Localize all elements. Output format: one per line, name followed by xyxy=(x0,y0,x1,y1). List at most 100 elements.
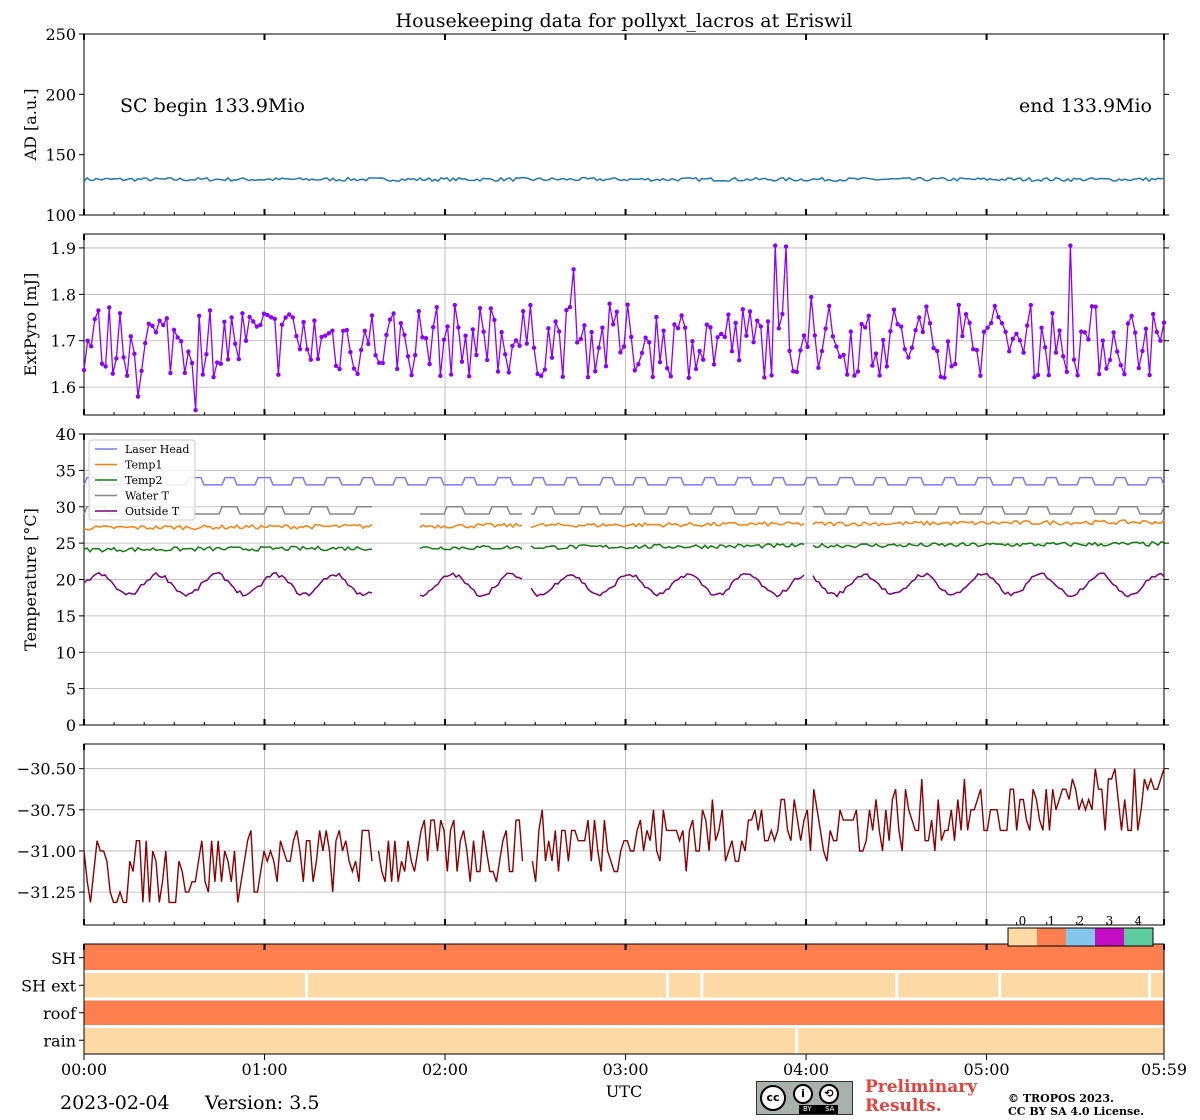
extpyro-point xyxy=(999,320,1005,326)
extpyro-point xyxy=(204,352,209,357)
extpyro-point xyxy=(229,315,234,320)
extpyro-point xyxy=(1068,243,1073,248)
extpyro-point xyxy=(222,319,227,324)
extpyro-point xyxy=(402,332,407,338)
extpyro-point xyxy=(567,304,573,310)
extpyro-point xyxy=(686,375,691,380)
extpyro-point xyxy=(650,374,655,380)
ad-line xyxy=(83,176,1165,183)
extpyro-point xyxy=(463,333,468,338)
y-tick-label: 5 xyxy=(66,680,76,699)
cc-badge-label: BY SA xyxy=(799,1105,839,1114)
y-tick-label: 30 xyxy=(56,498,76,517)
extpyro-point xyxy=(794,369,799,375)
extpyro-point xyxy=(747,309,753,314)
extpyro-point xyxy=(1122,372,1127,377)
extpyro-point xyxy=(855,369,861,374)
extpyro-point xyxy=(384,332,389,338)
extpyro-point xyxy=(287,312,292,317)
extpyro-point xyxy=(416,308,421,314)
tempchk-panel: −31.25 −31.00 −30.75 −30.50 xyxy=(17,743,1169,926)
extpyro-point xyxy=(161,322,166,328)
extpyro-point xyxy=(132,351,137,357)
y-axis-label: ExtPyro [mJ] xyxy=(21,273,40,376)
extpyro-point xyxy=(729,349,735,354)
extpyro-point xyxy=(852,373,857,378)
extpyro-point xyxy=(128,334,133,339)
extpyro-point xyxy=(600,325,605,330)
extpyro-point xyxy=(801,333,807,338)
extpyro-point xyxy=(647,340,652,345)
status-colorbar: 0 1 2 3 4 xyxy=(1007,914,1154,947)
extpyro-point xyxy=(182,370,187,376)
extpyro-point xyxy=(830,334,835,339)
extpyro-point xyxy=(877,373,882,378)
status-gap xyxy=(305,971,309,999)
extpyro-point xyxy=(485,357,490,363)
extpyro-point xyxy=(524,341,529,346)
plot-frame xyxy=(83,33,1165,216)
extpyro-point xyxy=(1154,329,1160,335)
extpyro-point xyxy=(272,316,277,321)
status-gap xyxy=(795,1026,799,1054)
y-tick-label: 10 xyxy=(56,643,76,662)
extpyro-point xyxy=(459,359,465,364)
extpyro-point xyxy=(225,357,231,362)
copyright-line1: © TROPOS 2023. xyxy=(1008,1092,1114,1105)
extpyro-point xyxy=(506,370,511,375)
extpyro-point xyxy=(1133,330,1138,335)
copyright-line2: CC BY SA 4.0 License. xyxy=(1008,1105,1145,1118)
y-tick-label: −31.25 xyxy=(17,883,76,902)
sa-icon: ⟲ xyxy=(819,1084,839,1104)
extpyro-point xyxy=(423,335,429,341)
extpyro-point xyxy=(744,333,749,338)
extpyro-point xyxy=(906,355,911,360)
extpyro-point xyxy=(312,318,317,323)
extpyro-point xyxy=(452,302,457,308)
copyright-note: © TROPOS 2023. CC BY SA 4.0 License. xyxy=(1008,1092,1144,1118)
extpyro-point xyxy=(434,305,439,310)
cc-license-badge: cc i ⟲ BY SA xyxy=(756,1081,853,1115)
extpyro-point xyxy=(85,338,90,343)
extpyro-point xyxy=(121,355,126,360)
date-label: 2023-02-04 xyxy=(60,1092,170,1114)
extpyro-point xyxy=(211,374,216,380)
extpyro-point xyxy=(661,328,666,333)
extpyro-point xyxy=(841,352,846,358)
extpyro-point xyxy=(553,319,558,324)
extpyro-point xyxy=(103,364,108,369)
extpyro-point xyxy=(596,345,601,350)
extpyro-point xyxy=(330,328,335,333)
status-row-label: SH xyxy=(51,949,76,968)
legend-label: Temp1 xyxy=(125,459,162,472)
extpyro-point xyxy=(827,303,832,309)
extpyro-point xyxy=(859,321,864,327)
extpyro-point xyxy=(1086,337,1091,342)
extpyro-point xyxy=(193,407,198,413)
extpyro-point xyxy=(449,372,454,377)
extpyro-point xyxy=(373,353,378,358)
status-row-sh xyxy=(84,944,1164,972)
extpyro-point xyxy=(589,329,594,335)
extpyro-point xyxy=(665,366,670,371)
extpyro-point xyxy=(1017,338,1023,343)
extpyro-point xyxy=(704,322,709,327)
status-gap xyxy=(895,971,899,999)
extpyro-point xyxy=(805,344,810,350)
extpyro-point xyxy=(117,311,123,316)
extpyro-point xyxy=(294,333,299,339)
extpyro-point xyxy=(639,350,645,356)
extpyro-point xyxy=(200,372,205,377)
extpyro-point xyxy=(978,373,983,378)
extpyro-point xyxy=(776,326,781,331)
status-row-label: rain xyxy=(43,1031,76,1050)
extpyro-point xyxy=(873,351,879,356)
extpyro-point xyxy=(726,312,731,317)
extpyro-point xyxy=(395,366,400,372)
extpyro-point xyxy=(708,325,713,330)
version-label: Version: 3.5 xyxy=(205,1092,320,1114)
extpyro-point xyxy=(456,325,461,330)
extpyro-point xyxy=(888,328,893,334)
legend-label: Outside T xyxy=(125,505,180,518)
extpyro-point xyxy=(1014,331,1019,337)
